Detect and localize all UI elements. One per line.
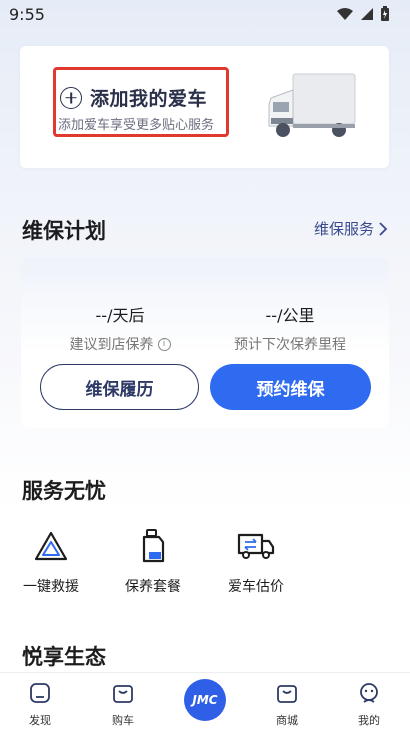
km-value: --/公里 — [265, 306, 315, 325]
warning-triangle-icon — [34, 531, 68, 561]
chevron-right-icon — [379, 221, 388, 236]
tab-profile-label: 我的 — [358, 714, 380, 727]
signal-icon — [361, 8, 373, 20]
maintenance-section-title: 维保计划 — [22, 219, 106, 243]
battery-icon — [381, 6, 389, 21]
add-car-title: 添加我的爱车 — [90, 88, 208, 110]
tab-discover-label: 发现 — [29, 714, 51, 727]
tab-jmc-home[interactable]: JMC — [184, 679, 226, 721]
days-label-row: 建议到店保养 i — [35, 334, 205, 354]
add-car-card[interactable]: 添加我的爱车 添加爱车享受更多贴心服务 — [20, 46, 389, 168]
km-label: 预计下次保养里程 — [234, 337, 346, 353]
profile-icon — [360, 683, 378, 703]
oil-bottle-icon — [142, 529, 165, 563]
maintenance-package-label: 保养套餐 — [125, 579, 181, 595]
car-valuation-label: 爱车估价 — [228, 579, 284, 595]
plus-circle-icon — [60, 86, 82, 109]
bottom-tab-bar: 发现 购车 JMC 商城 我的 — [0, 672, 410, 729]
add-car-subtitle: 添加爱车享受更多贴心服务 — [58, 118, 215, 133]
services-section-title: 服务无忧 — [22, 479, 106, 503]
maintenance-history-button[interactable]: 维保履历 — [40, 364, 199, 410]
add-car-button[interactable]: 添加我的爱车 添加爱车享受更多贴心服务 — [53, 67, 229, 137]
ecosystem-section-title: 悦享生态 — [22, 645, 106, 669]
mall-icon — [277, 685, 297, 703]
rescue-service-item[interactable]: 一键救援 — [11, 526, 91, 596]
maintenance-package-item[interactable]: 保养套餐 — [113, 526, 193, 596]
tab-profile[interactable]: 我的 — [339, 679, 399, 728]
days-value: --/天后 — [95, 306, 145, 325]
shopping-bag-icon — [113, 685, 133, 703]
maintenance-plan-card: --/天后 建议到店保养 i --/公里 预计下次保养里程 维保履历 预约维保 — [21, 258, 389, 428]
tab-discover[interactable]: 发现 — [10, 679, 70, 728]
info-icon[interactable]: i — [157, 337, 171, 351]
status-icons — [336, 6, 390, 22]
status-bar: 9:55 — [0, 0, 410, 30]
status-time: 9:55 — [9, 5, 45, 24]
days-column: --/天后 建议到店保养 i — [35, 302, 205, 354]
rescue-service-label: 一键救援 — [23, 579, 79, 595]
tab-mall[interactable]: 商城 — [257, 679, 317, 728]
truck-illustration-icon — [268, 73, 356, 137]
maintenance-service-link-label: 维保服务 — [313, 220, 374, 238]
tab-buy-car-label: 购车 — [112, 714, 134, 727]
car-valuation-item[interactable]: 爱车估价 — [216, 526, 296, 596]
km-label-row: 预计下次保养里程 — [205, 334, 375, 354]
tab-mall-label: 商城 — [276, 714, 298, 727]
maintenance-service-link[interactable]: 维保服务 — [314, 218, 388, 239]
tab-buy-car[interactable]: 购车 — [93, 679, 153, 728]
days-label: 建议到店保养 — [69, 337, 154, 353]
discover-icon — [30, 683, 50, 703]
km-column: --/公里 预计下次保养里程 — [205, 302, 375, 354]
truck-exchange-icon — [237, 533, 275, 559]
book-maintenance-button[interactable]: 预约维保 — [210, 364, 371, 410]
wifi-icon — [337, 8, 353, 20]
